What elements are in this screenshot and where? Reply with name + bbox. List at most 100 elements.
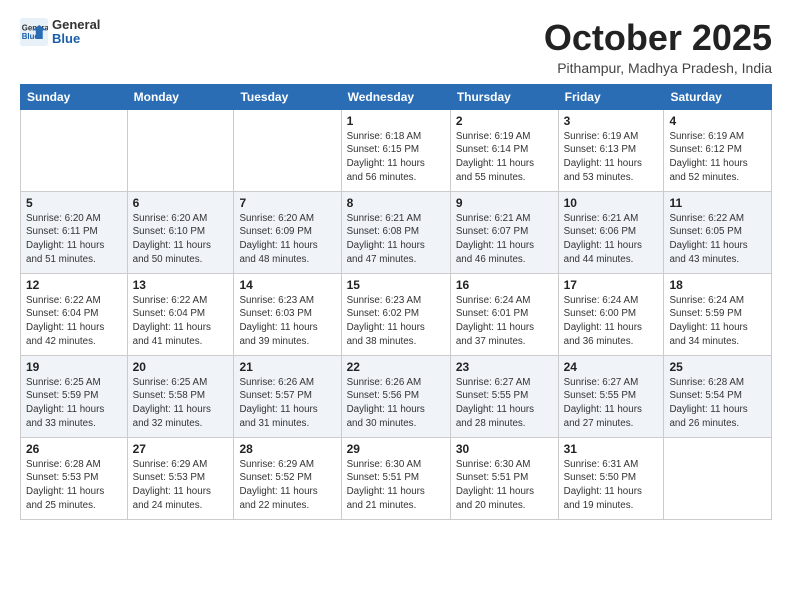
- calendar-cell: 16 Sunrise: 6:24 AM Sunset: 6:01 PM Dayli…: [450, 273, 558, 355]
- day-info: Sunrise: 6:24 AM Sunset: 6:00 PM Dayligh…: [564, 294, 659, 349]
- day-info: Sunrise: 6:19 AM Sunset: 6:13 PM Dayligh…: [564, 130, 659, 185]
- day-number: 31: [564, 442, 659, 456]
- day-number: 11: [669, 196, 766, 210]
- calendar-cell: 17Sunrise: 6:24 AM Sunset: 6:00 PM Dayli…: [558, 273, 664, 355]
- day-info: Sunrise: 6:26 AM Sunset: 5:56 PM Dayligh…: [347, 376, 445, 431]
- logo-text: General Blue: [52, 18, 100, 47]
- calendar-cell: 15 Sunrise: 6:23 AM Sunset: 6:02 PM Dayli…: [341, 273, 450, 355]
- calendar-cell: [234, 109, 341, 191]
- day-number: 16: [456, 278, 553, 292]
- calendar-cell: 26Sunrise: 6:28 AM Sunset: 5:53 PM Dayli…: [21, 437, 128, 519]
- day-number: 23: [456, 360, 553, 374]
- calendar-cell: 5 Sunrise: 6:20 AM Sunset: 6:11 PM Daylig…: [21, 191, 128, 273]
- day-info: Sunrise: 6:25 AM Sunset: 5:58 PM Dayligh…: [133, 376, 229, 431]
- day-info: Sunrise: 6:30 AM Sunset: 5:51 PM Dayligh…: [347, 458, 445, 513]
- day-info: Sunrise: 6:29 AM Sunset: 5:53 PM Dayligh…: [133, 458, 229, 513]
- calendar-body: 1 Sunrise: 6:18 AM Sunset: 6:15 PM Daylig…: [21, 109, 772, 519]
- day-info: Sunrise: 6:26 AM Sunset: 5:57 PM Dayligh…: [239, 376, 335, 431]
- logo-icon: General Blue: [20, 18, 48, 46]
- day-number: 9: [456, 196, 553, 210]
- header-wednesday: Wednesday: [341, 84, 450, 109]
- day-number: 20: [133, 360, 229, 374]
- calendar-cell: 29 Sunrise: 6:30 AM Sunset: 5:51 PM Dayli…: [341, 437, 450, 519]
- day-number: 7: [239, 196, 335, 210]
- day-info: Sunrise: 6:23 AM Sunset: 6:03 PM Dayligh…: [239, 294, 335, 349]
- day-number: 13: [133, 278, 229, 292]
- day-number: 19: [26, 360, 122, 374]
- day-number: 27: [133, 442, 229, 456]
- calendar-cell: 4Sunrise: 6:19 AM Sunset: 6:12 PM Daylig…: [664, 109, 772, 191]
- day-number: 12: [26, 278, 122, 292]
- day-number: 8: [347, 196, 445, 210]
- day-number: 15: [347, 278, 445, 292]
- day-number: 29: [347, 442, 445, 456]
- header-friday: Friday: [558, 84, 664, 109]
- day-number: 30: [456, 442, 553, 456]
- month-title: October 2025: [544, 18, 772, 58]
- day-info: Sunrise: 6:30 AM Sunset: 5:51 PM Dayligh…: [456, 458, 553, 513]
- day-number: 22: [347, 360, 445, 374]
- calendar-cell: 10Sunrise: 6:21 AM Sunset: 6:06 PM Dayli…: [558, 191, 664, 273]
- day-info: Sunrise: 6:29 AM Sunset: 5:52 PM Dayligh…: [239, 458, 335, 513]
- calendar-cell: [21, 109, 128, 191]
- day-info: Sunrise: 6:25 AM Sunset: 5:59 PM Dayligh…: [26, 376, 122, 431]
- calendar-cell: 8Sunrise: 6:21 AM Sunset: 6:08 PM Daylig…: [341, 191, 450, 273]
- calendar-cell: 18 Sunrise: 6:24 AM Sunset: 5:59 PM Dayli…: [664, 273, 772, 355]
- day-number: 25: [669, 360, 766, 374]
- day-number: 26: [26, 442, 122, 456]
- day-number: 3: [564, 114, 659, 128]
- day-info: Sunrise: 6:31 AM Sunset: 5:50 PM Dayligh…: [564, 458, 659, 513]
- svg-text:General: General: [22, 24, 48, 33]
- day-number: 5: [26, 196, 122, 210]
- day-info: Sunrise: 6:19 AM Sunset: 6:12 PM Dayligh…: [669, 130, 766, 185]
- day-info: Sunrise: 6:24 AM Sunset: 6:01 PM Dayligh…: [456, 294, 553, 349]
- calendar-cell: 3 Sunrise: 6:19 AM Sunset: 6:13 PM Daylig…: [558, 109, 664, 191]
- weekday-header-row: Sunday Monday Tuesday Wednesday Thursday…: [21, 84, 772, 109]
- day-info: Sunrise: 6:20 AM Sunset: 6:09 PM Dayligh…: [239, 212, 335, 267]
- calendar-cell: 12 Sunrise: 6:22 AM Sunset: 6:04 PM Dayli…: [21, 273, 128, 355]
- day-number: 28: [239, 442, 335, 456]
- calendar-cell: 1 Sunrise: 6:18 AM Sunset: 6:15 PM Daylig…: [341, 109, 450, 191]
- calendar-cell: 21Sunrise: 6:26 AM Sunset: 5:57 PM Dayli…: [234, 355, 341, 437]
- calendar-cell: 28 Sunrise: 6:29 AM Sunset: 5:52 PM Dayli…: [234, 437, 341, 519]
- day-info: Sunrise: 6:21 AM Sunset: 6:06 PM Dayligh…: [564, 212, 659, 267]
- page: General Blue General Blue October 2025 P…: [0, 0, 792, 612]
- calendar-cell: 13 Sunrise: 6:22 AM Sunset: 6:04 PM Dayli…: [127, 273, 234, 355]
- day-number: 2: [456, 114, 553, 128]
- header: General Blue General Blue October 2025 P…: [20, 18, 772, 76]
- calendar-cell: 7 Sunrise: 6:20 AM Sunset: 6:09 PM Daylig…: [234, 191, 341, 273]
- day-number: 24: [564, 360, 659, 374]
- calendar-cell: 6Sunrise: 6:20 AM Sunset: 6:10 PM Daylig…: [127, 191, 234, 273]
- day-number: 18: [669, 278, 766, 292]
- calendar-cell: 22 Sunrise: 6:26 AM Sunset: 5:56 PM Dayli…: [341, 355, 450, 437]
- calendar-cell: 20 Sunrise: 6:25 AM Sunset: 5:58 PM Dayli…: [127, 355, 234, 437]
- day-info: Sunrise: 6:19 AM Sunset: 6:14 PM Dayligh…: [456, 130, 553, 185]
- week-row-3: 19 Sunrise: 6:25 AM Sunset: 5:59 PM Dayli…: [21, 355, 772, 437]
- week-row-1: 5 Sunrise: 6:20 AM Sunset: 6:11 PM Daylig…: [21, 191, 772, 273]
- day-info: Sunrise: 6:18 AM Sunset: 6:15 PM Dayligh…: [347, 130, 445, 185]
- calendar-cell: 24Sunrise: 6:27 AM Sunset: 5:55 PM Dayli…: [558, 355, 664, 437]
- day-info: Sunrise: 6:22 AM Sunset: 6:04 PM Dayligh…: [133, 294, 229, 349]
- header-tuesday: Tuesday: [234, 84, 341, 109]
- calendar-table: Sunday Monday Tuesday Wednesday Thursday…: [20, 84, 772, 520]
- calendar-cell: 14Sunrise: 6:23 AM Sunset: 6:03 PM Dayli…: [234, 273, 341, 355]
- day-number: 6: [133, 196, 229, 210]
- calendar-cell: 2 Sunrise: 6:19 AM Sunset: 6:14 PM Daylig…: [450, 109, 558, 191]
- day-info: Sunrise: 6:22 AM Sunset: 6:05 PM Dayligh…: [669, 212, 766, 267]
- day-number: 1: [347, 114, 445, 128]
- calendar-cell: [664, 437, 772, 519]
- day-info: Sunrise: 6:23 AM Sunset: 6:02 PM Dayligh…: [347, 294, 445, 349]
- title-block: October 2025 Pithampur, Madhya Pradesh, …: [544, 18, 772, 76]
- location-subtitle: Pithampur, Madhya Pradesh, India: [544, 60, 772, 76]
- calendar-cell: [127, 109, 234, 191]
- header-sunday: Sunday: [21, 84, 128, 109]
- calendar-cell: 23Sunrise: 6:27 AM Sunset: 5:55 PM Dayli…: [450, 355, 558, 437]
- day-info: Sunrise: 6:20 AM Sunset: 6:11 PM Dayligh…: [26, 212, 122, 267]
- header-thursday: Thursday: [450, 84, 558, 109]
- week-row-4: 26Sunrise: 6:28 AM Sunset: 5:53 PM Dayli…: [21, 437, 772, 519]
- calendar-cell: 31 Sunrise: 6:31 AM Sunset: 5:50 PM Dayli…: [558, 437, 664, 519]
- calendar-cell: 25Sunrise: 6:28 AM Sunset: 5:54 PM Dayli…: [664, 355, 772, 437]
- day-info: Sunrise: 6:22 AM Sunset: 6:04 PM Dayligh…: [26, 294, 122, 349]
- calendar-cell: 9Sunrise: 6:21 AM Sunset: 6:07 PM Daylig…: [450, 191, 558, 273]
- day-info: Sunrise: 6:24 AM Sunset: 5:59 PM Dayligh…: [669, 294, 766, 349]
